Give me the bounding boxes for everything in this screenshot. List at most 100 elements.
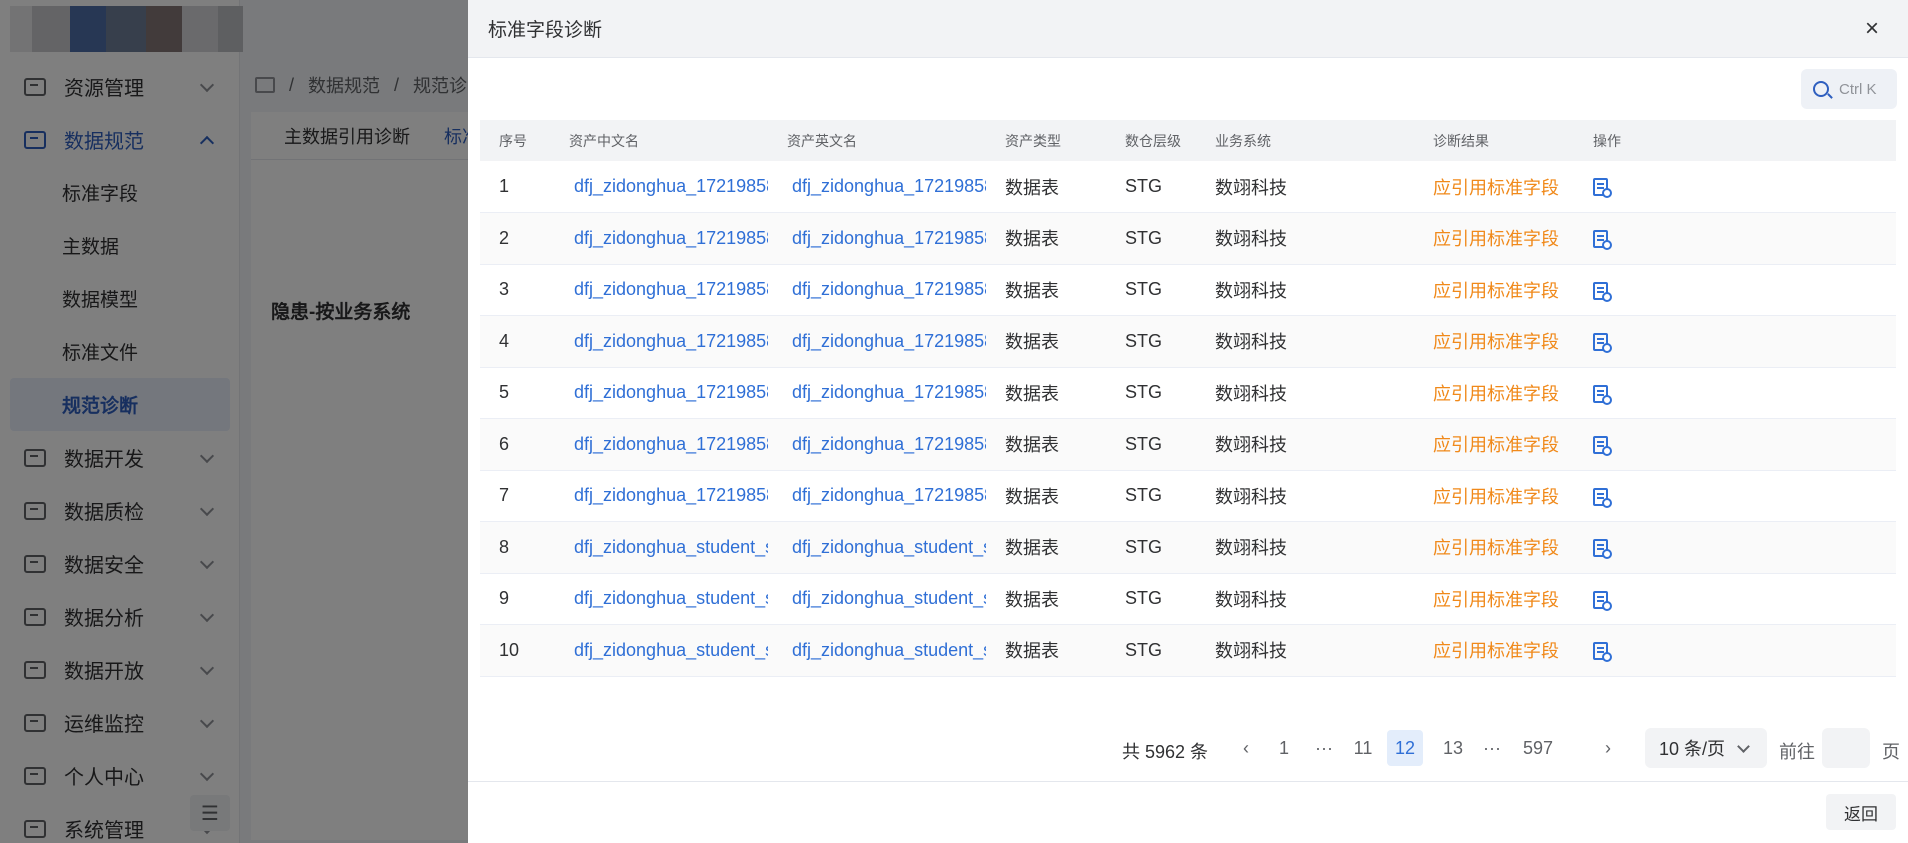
column-header: 业务系统 <box>1215 132 1271 149</box>
asset-cn-name-link[interactable]: dfj_zidonghua_172198589... <box>550 367 768 419</box>
pagination: 共 5962 条 ‹ 1 ··· 11 12 13 ··· 597 › 10 条… <box>468 728 1908 768</box>
asset-cn-name-link[interactable]: dfj_zidonghua_172198589... <box>550 161 768 213</box>
business-system: 数翊科技 <box>1215 280 1287 301</box>
view-detail-icon[interactable] <box>1593 230 1612 250</box>
warehouse-layer: STG <box>1125 433 1163 454</box>
asset-cn-name-link[interactable]: dfj_zidonghua_student_sc... <box>550 522 768 574</box>
diagnosis-result: 应引用标准字段 <box>1433 435 1559 456</box>
page-ellipsis[interactable]: ··· <box>1474 730 1510 766</box>
asset-en-name-link[interactable]: dfj_zidonghua_student_sc... <box>768 522 986 574</box>
business-system: 数翊科技 <box>1215 383 1287 404</box>
asset-en-name-link[interactable]: dfj_zidonghua_172198589... <box>768 367 986 419</box>
asset-cn-name-link[interactable]: dfj_zidonghua_172198589... <box>550 470 768 522</box>
diagnosis-result: 应引用标准字段 <box>1433 383 1559 404</box>
operation-cell <box>1574 522 1896 574</box>
asset-cn-name-link[interactable]: dfj_zidonghua_student_sc... <box>550 573 768 625</box>
row-index: 8 <box>499 536 510 557</box>
warehouse-layer: STG <box>1125 330 1163 351</box>
page-button[interactable]: 1 <box>1266 730 1302 766</box>
page-ellipsis[interactable]: ··· <box>1306 730 1342 766</box>
asset-en-name-link[interactable]: dfj_zidonghua_172198589... <box>768 419 986 471</box>
page-button[interactable]: 11 <box>1345 730 1381 766</box>
page-button[interactable]: 13 <box>1435 730 1471 766</box>
row-index: 3 <box>499 279 510 300</box>
page-button-current[interactable]: 12 <box>1387 730 1424 766</box>
diagnosis-result: 应引用标准字段 <box>1433 589 1559 610</box>
row-index: 1 <box>499 176 510 196</box>
goto-page-input[interactable] <box>1822 728 1870 768</box>
close-icon[interactable]: × <box>1860 17 1884 41</box>
row-index: 4 <box>499 330 510 351</box>
asset-type: 数据表 <box>1005 177 1059 198</box>
business-system: 数翊科技 <box>1215 538 1287 559</box>
view-detail-icon[interactable] <box>1593 333 1612 353</box>
asset-en-name-link[interactable]: dfj_zidonghua_172198589... <box>768 264 986 316</box>
view-detail-icon[interactable] <box>1593 384 1612 405</box>
row-index: 10 <box>499 639 520 660</box>
view-detail-icon[interactable] <box>1593 178 1612 199</box>
diagnosis-result: 应引用标准字段 <box>1433 332 1559 353</box>
view-detail-icon[interactable] <box>1593 539 1612 559</box>
asset-en-name-link[interactable]: dfj_zidonghua_172198589... <box>768 213 986 265</box>
view-detail-icon[interactable] <box>1593 590 1612 611</box>
asset-en-name-link[interactable]: dfj_zidonghua_172198589... <box>768 161 986 213</box>
search-icon <box>1813 81 1829 97</box>
diagnosis-result: 应引用标准字段 <box>1433 177 1559 198</box>
page-size-value: 10 条/页 <box>1659 739 1726 759</box>
column-header: 资产中文名 <box>569 132 639 149</box>
row-index: 7 <box>499 485 510 506</box>
business-system: 数翊科技 <box>1215 332 1287 353</box>
warehouse-layer: STG <box>1125 176 1163 196</box>
asset-cn-name-link[interactable]: dfj_zidonghua_student_sc... <box>550 625 768 677</box>
asset-cn-name-link[interactable]: dfj_zidonghua_172198589... <box>550 264 768 316</box>
operation-cell <box>1574 161 1896 213</box>
operation-cell <box>1574 470 1896 522</box>
view-detail-icon[interactable] <box>1593 642 1612 662</box>
asset-type: 数据表 <box>1005 383 1059 404</box>
asset-type: 数据表 <box>1005 538 1059 559</box>
view-detail-icon[interactable] <box>1593 281 1612 302</box>
asset-cn-name-link[interactable]: dfj_zidonghua_172198589... <box>550 213 768 265</box>
column-header: 操作 <box>1593 132 1621 149</box>
prev-page-button[interactable]: ‹ <box>1228 730 1264 766</box>
diagnosis-result: 应引用标准字段 <box>1433 229 1559 250</box>
operation-cell <box>1574 625 1896 677</box>
asset-en-name-link[interactable]: dfj_zidonghua_student_sc... <box>768 625 986 677</box>
asset-en-name-link[interactable]: dfj_zidonghua_172198589... <box>768 316 986 368</box>
table-row: 10 dfj_zidonghua_student_sc...dfj_zidongh… <box>480 624 1896 677</box>
warehouse-layer: STG <box>1125 639 1163 660</box>
business-system: 数翊科技 <box>1215 229 1287 250</box>
operation-cell <box>1574 316 1896 368</box>
row-index: 5 <box>499 382 510 403</box>
asset-type: 数据表 <box>1005 641 1059 662</box>
asset-en-name-link[interactable]: dfj_zidonghua_student_sc... <box>768 573 986 625</box>
search-box[interactable] <box>1801 69 1897 109</box>
view-detail-icon[interactable] <box>1593 436 1612 456</box>
column-header: 资产类型 <box>1005 132 1061 149</box>
asset-type: 数据表 <box>1005 435 1059 456</box>
asset-en-name-link[interactable]: dfj_zidonghua_172198589... <box>768 470 986 522</box>
back-button[interactable]: 返回 <box>1826 794 1896 830</box>
search-input[interactable] <box>1839 80 1889 98</box>
business-system: 数翊科技 <box>1215 486 1287 507</box>
diagnosis-result: 应引用标准字段 <box>1433 486 1559 507</box>
drawer-header: 标准字段诊断 <box>468 0 1908 58</box>
operation-cell <box>1574 573 1896 625</box>
asset-cn-name-link[interactable]: dfj_zidonghua_172198589... <box>550 316 768 368</box>
total-count: 共 5962 条 <box>1122 742 1209 762</box>
page-button[interactable]: 597 <box>1520 730 1556 766</box>
next-page-button[interactable]: › <box>1590 730 1626 766</box>
warehouse-layer: STG <box>1125 485 1163 506</box>
column-header: 数仓层级 <box>1125 132 1181 149</box>
asset-cn-name-link[interactable]: dfj_zidonghua_172198589... <box>550 419 768 471</box>
chevron-down-icon <box>1737 739 1750 753</box>
operation-cell <box>1574 419 1896 471</box>
page-size-select[interactable]: 10 条/页 <box>1645 728 1767 768</box>
table-row: 8 dfj_zidonghua_student_sc...dfj_zidonghu… <box>480 521 1896 574</box>
goto-suffix: 页 <box>1882 742 1900 762</box>
table-row: 9 dfj_zidonghua_student_sc...dfj_zidonghu… <box>480 573 1896 625</box>
warehouse-layer: STG <box>1125 382 1163 403</box>
table-row: 6 dfj_zidonghua_172198589...dfj_zidonghua… <box>480 418 1896 471</box>
diagnosis-result: 应引用标准字段 <box>1433 641 1559 662</box>
view-detail-icon[interactable] <box>1593 487 1612 508</box>
